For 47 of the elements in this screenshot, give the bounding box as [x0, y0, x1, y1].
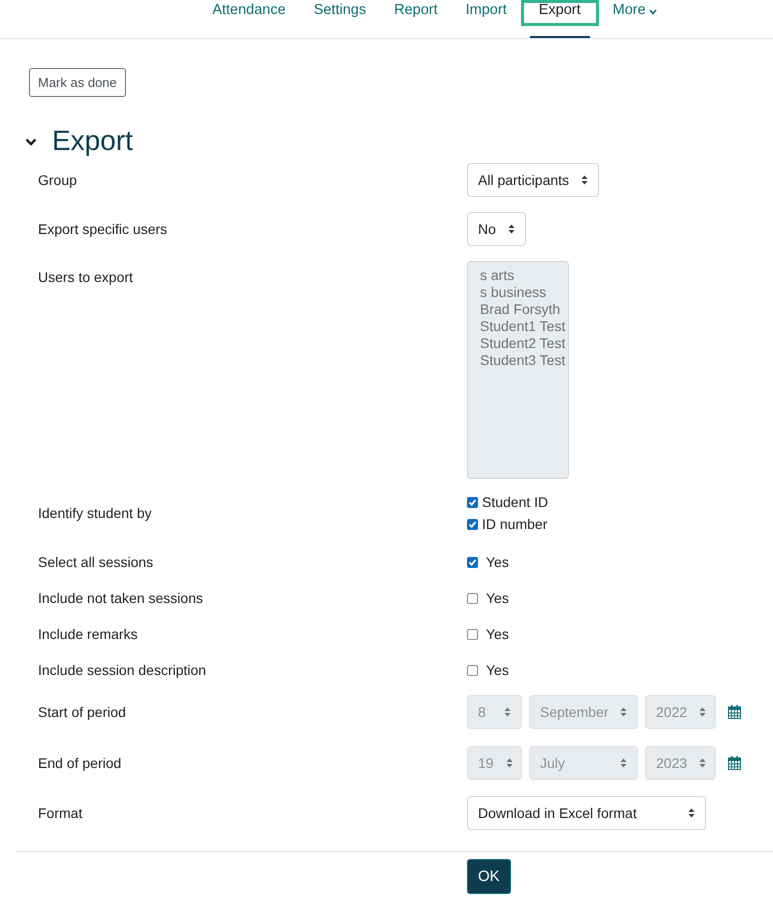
checkbox[interactable] — [467, 664, 478, 676]
sort-arrows-icon — [620, 707, 628, 717]
field-label: Start of period — [38, 704, 127, 720]
field-label: Group — [38, 172, 78, 188]
section-title: Export — [52, 125, 133, 157]
checkbox[interactable] — [467, 496, 478, 508]
sort-arrows-icon — [504, 707, 511, 717]
ok-button[interactable]: OK — [467, 859, 511, 894]
select-dropdown[interactable]: Download in Excel format — [467, 796, 706, 830]
checkbox[interactable] — [467, 628, 478, 640]
sort-arrows-icon — [699, 707, 706, 717]
checkbox-label: Yes — [486, 590, 509, 606]
checkbox-label: Yes — [486, 554, 509, 570]
sort-arrows-icon — [688, 808, 695, 818]
sort-arrows-icon — [620, 758, 627, 768]
field-label: End of period — [38, 755, 122, 771]
checkbox-label: Student ID — [482, 494, 548, 510]
field-label: Export specific users — [38, 221, 168, 237]
sort-arrows-icon — [506, 758, 513, 768]
nav-tab[interactable]: Settings — [300, 0, 380, 38]
calendar-icon[interactable] — [728, 705, 741, 719]
field-label: Select all sessions — [38, 554, 154, 570]
nav-tab[interactable]: Attendance — [198, 0, 300, 38]
nav-tab[interactable]: Report — [380, 0, 452, 38]
checkbox-label: Yes — [486, 626, 509, 642]
nav-tab[interactable]: More — [598, 0, 671, 38]
field-label: Include session description — [38, 662, 208, 678]
sort-arrows-icon — [508, 224, 515, 234]
checkbox-label: Yes — [486, 662, 509, 678]
nav-tab[interactable]: Import — [452, 0, 521, 38]
calendar-icon[interactable] — [728, 756, 741, 770]
sort-arrows-icon — [699, 758, 706, 768]
checkbox-label: ID number — [482, 516, 548, 532]
checkbox[interactable] — [467, 556, 478, 568]
field-label: Users to export — [38, 268, 134, 285]
field-label: Format — [38, 805, 84, 821]
select-dropdown[interactable]: No — [467, 212, 526, 246]
field-label: Identify student by — [38, 505, 153, 521]
sort-arrows-icon — [581, 175, 588, 185]
nav-tab[interactable]: Export — [520, 0, 599, 38]
chevron-down-icon[interactable] — [25, 138, 37, 146]
field-label: Include remarks — [38, 626, 139, 642]
field-label: Include not taken sessions — [38, 590, 204, 606]
select-dropdown[interactable]: All participants — [467, 163, 600, 197]
mark-as-done-button[interactable]: Mark as done — [29, 68, 126, 97]
checkbox[interactable] — [467, 592, 478, 604]
checkbox[interactable] — [467, 518, 478, 530]
